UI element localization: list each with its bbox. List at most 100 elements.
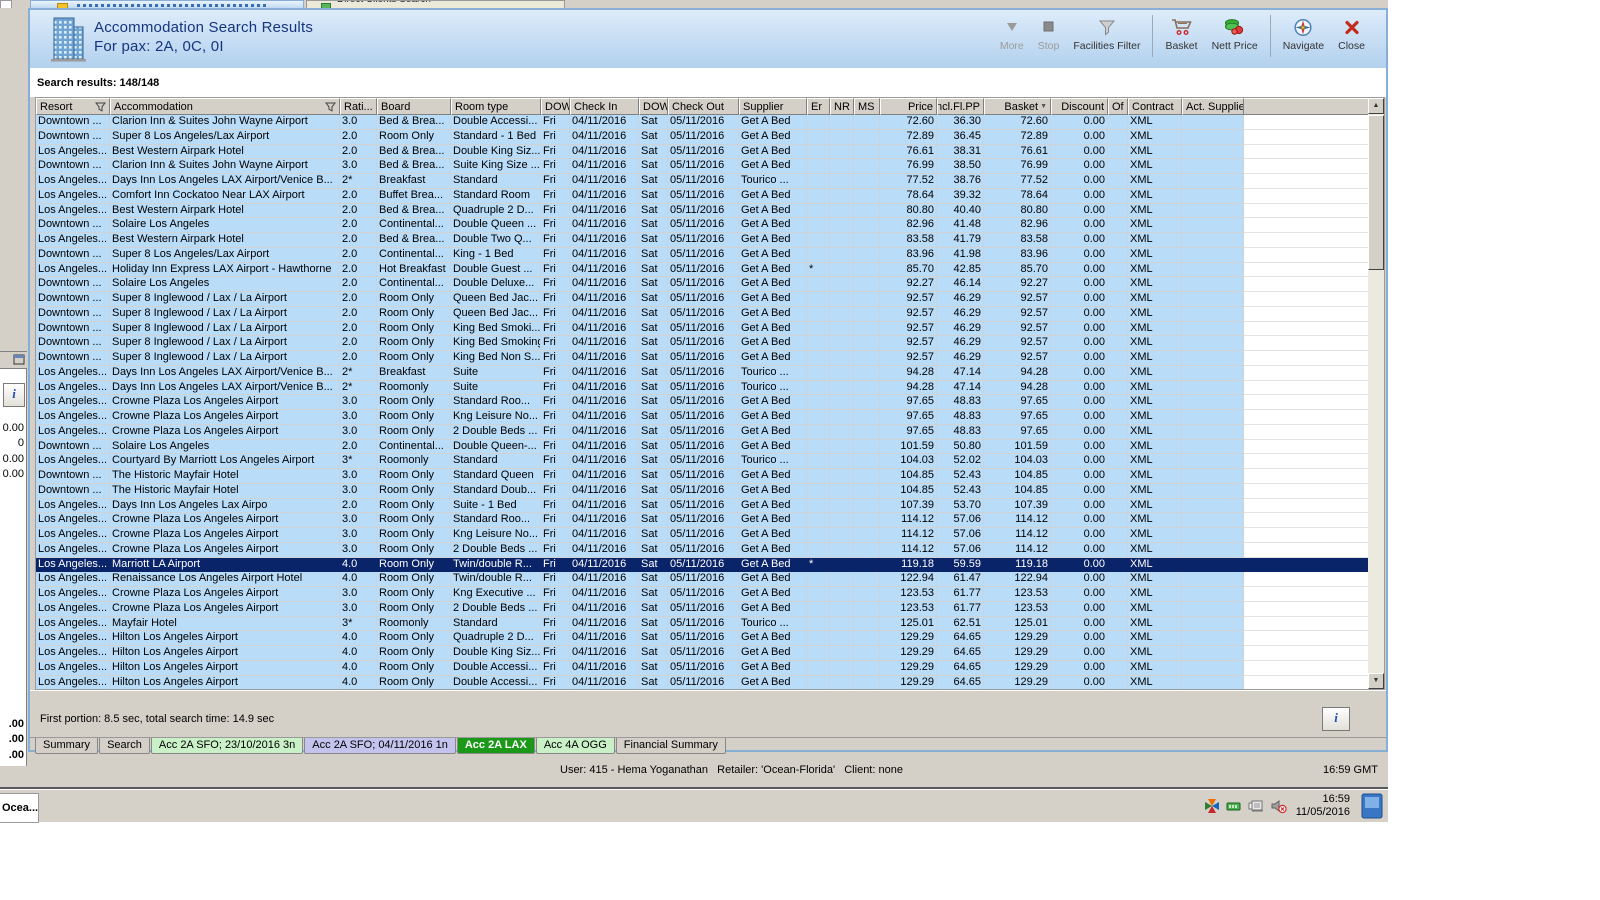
column-header-incl-fl-pp[interactable]: Incl.Fl.PP — [937, 98, 984, 115]
table-cell: 05/11/2016 — [668, 351, 739, 366]
table-row[interactable]: Los Angeles... Best Western Airpark Hotel… — [36, 233, 1368, 248]
table-row[interactable]: Downtown ... Clarion Inn & Suites John Wa… — [36, 159, 1368, 174]
column-header-discount[interactable]: Discount — [1051, 98, 1108, 115]
column-header-of[interactable]: Of — [1108, 98, 1128, 115]
filter-funnel-icon[interactable] — [325, 102, 336, 112]
column-header-check-in[interactable]: Check In — [570, 98, 639, 115]
table-row[interactable]: Downtown ... The Historic Mayfair Hotel 3.… — [36, 469, 1368, 484]
table-row[interactable]: Los Angeles... Days Inn Los Angeles LAX A… — [36, 365, 1368, 381]
table-row[interactable]: Downtown ... Super 8 Los Angeles/Lax Airp… — [36, 129, 1368, 145]
network-adapter-icon[interactable] — [1226, 798, 1242, 814]
navigate-button[interactable]: Navigate — [1276, 13, 1331, 52]
info-button[interactable]: i — [3, 383, 25, 407]
column-header-resort[interactable]: Resort — [36, 98, 110, 115]
top-tab-direct-clients-search[interactable]: Direct Clients Search — [306, 0, 565, 8]
table-row[interactable]: Los Angeles... Best Western Airpark Hotel… — [36, 144, 1368, 160]
table-cell: Tourico ... — [739, 365, 807, 381]
vertical-scrollbar[interactable]: ▲ ▼ — [1368, 98, 1384, 689]
table-row[interactable]: Los Angeles... Best Western Airpark Hotel… — [36, 203, 1368, 219]
table-row[interactable]: Downtown ... Clarion Inn & Suites John Wa… — [36, 115, 1368, 130]
table-row[interactable]: Downtown ... Solaire Los Angeles 2.0 Contin… — [36, 218, 1368, 233]
table-cell: Fri — [541, 351, 570, 366]
antivirus-icon[interactable] — [1204, 798, 1220, 814]
volume-muted-icon[interactable] — [1270, 798, 1287, 814]
table-row[interactable]: Downtown ... Super 8 Inglewood / Lax / La… — [36, 351, 1368, 366]
table-row[interactable]: Los Angeles... Crowne Plaza Los Angeles A… — [36, 587, 1368, 602]
table-cell — [854, 203, 880, 219]
table-row[interactable]: Los Angeles... Crowne Plaza Los Angeles A… — [36, 424, 1368, 440]
info-button[interactable]: i — [1322, 707, 1350, 731]
column-header-er[interactable]: Er — [807, 98, 830, 115]
table-row[interactable]: Downtown ... Solaire Los Angeles 2.0 Contin… — [36, 277, 1368, 292]
scroll-down-button[interactable]: ▼ — [1368, 673, 1384, 689]
table-row[interactable]: Los Angeles... Days Inn Los Angeles LAX A… — [36, 174, 1368, 189]
table-row[interactable]: Downtown ... Super 8 Inglewood / Lax / La… — [36, 306, 1368, 322]
table-row[interactable]: Los Angeles... Marriott LA Airport 4.0 Room… — [36, 557, 1368, 573]
table-row[interactable]: Los Angeles... Crowne Plaza Los Angeles A… — [36, 542, 1368, 558]
column-header-board[interactable]: Board — [377, 98, 451, 115]
restore-window-icon[interactable] — [13, 354, 25, 365]
table-row[interactable]: Los Angeles... Holiday Inn Express LAX Ai… — [36, 262, 1368, 278]
table-row[interactable]: Downtown ... Super 8 Inglewood / Lax / La… — [36, 336, 1368, 351]
table-cell — [854, 513, 880, 528]
table-cell — [830, 469, 854, 484]
table-row[interactable]: Los Angeles... Mayfair Hotel 3* Roomonly Sta… — [36, 616, 1368, 632]
table-row[interactable]: Los Angeles... Crowne Plaza Los Angeles A… — [36, 410, 1368, 425]
table-row[interactable]: Los Angeles... Days Inn Los Angeles Lax A… — [36, 498, 1368, 514]
basket-button[interactable]: Basket — [1158, 13, 1204, 52]
column-header-price[interactable]: Price — [880, 98, 937, 115]
scroll-up-button[interactable]: ▲ — [1368, 98, 1384, 114]
table-row[interactable]: Downtown ... Super 8 Inglewood / Lax / La… — [36, 321, 1368, 337]
row-filler — [1244, 424, 1368, 440]
column-header-supplier[interactable]: Supplier — [739, 98, 807, 115]
table-cell: 3.0 — [340, 424, 377, 440]
table-cell: Suite - 1 Bed — [451, 498, 541, 514]
taskbar-app-button[interactable]: Ocea... — [0, 793, 39, 823]
show-desktop-icon[interactable] — [1361, 793, 1383, 819]
table-row[interactable]: Los Angeles... Days Inn Los Angeles LAX A… — [36, 380, 1368, 396]
table-row[interactable]: Downtown ... Super 8 Los Angeles/Lax Airp… — [36, 247, 1368, 263]
table-row[interactable]: Downtown ... Super 8 Inglewood / Lax / La… — [36, 292, 1368, 307]
table-cell: 83.96 — [880, 247, 937, 263]
column-header-accommodation[interactable]: Accommodation — [110, 98, 340, 115]
table-cell — [807, 483, 830, 499]
table-row[interactable]: Los Angeles... Hilton Los Angeles Airport… — [36, 646, 1368, 661]
column-header-dow[interactable]: DOW — [541, 98, 570, 115]
column-header-basket[interactable]: Basket ▼ — [984, 98, 1051, 115]
table-cell: Downtown ... — [36, 439, 110, 455]
table-row[interactable]: Los Angeles... Crowne Plaza Los Angeles A… — [36, 528, 1368, 543]
table-row[interactable]: Los Angeles... Hilton Los Angeles Airport… — [36, 660, 1368, 676]
column-header-check-out[interactable]: Check Out — [668, 98, 739, 115]
filter-funnel-icon[interactable] — [95, 102, 106, 112]
scrollbar-thumb[interactable] — [1368, 115, 1384, 270]
table-row[interactable]: Los Angeles... Courtyard By Marriott Los … — [36, 454, 1368, 469]
column-header-contract[interactable]: Contract — [1128, 98, 1182, 115]
table-row[interactable]: Los Angeles... Crowne Plaza Los Angeles A… — [36, 395, 1368, 410]
table-row[interactable]: Los Angeles... Crowne Plaza Los Angeles A… — [36, 601, 1368, 617]
table-row[interactable]: Los Angeles... Crowne Plaza Los Angeles A… — [36, 513, 1368, 528]
column-header-nr[interactable]: NR — [830, 98, 854, 115]
table-row[interactable]: Los Angeles... Hilton Los Angeles Airport… — [36, 675, 1368, 689]
close-button[interactable]: Close — [1331, 13, 1372, 52]
table-row[interactable]: Los Angeles... Renaissance Los Angeles Ai… — [36, 572, 1368, 587]
nett-price-button[interactable]: Nett Price — [1205, 13, 1265, 52]
column-header-dow[interactable]: DOW — [639, 98, 668, 115]
facilities-filter-button[interactable]: Facilities Filter — [1066, 13, 1147, 52]
hardware-icon[interactable] — [1248, 798, 1264, 814]
column-header-rati[interactable]: Rati... — [340, 98, 377, 115]
table-row[interactable]: Downtown ... Solaire Los Angeles 2.0 Contin… — [36, 439, 1368, 455]
table-cell: Room Only — [377, 660, 451, 676]
top-tab-search-form[interactable] — [30, 0, 304, 8]
table-cell: XML — [1128, 129, 1182, 145]
column-header-room-type[interactable]: Room type — [451, 98, 541, 115]
table-cell: 83.96 — [984, 247, 1051, 263]
column-header-act-supplier[interactable]: Act. Supplier — [1182, 98, 1244, 115]
table-row[interactable]: Los Angeles... Comfort Inn Cockatoo Near … — [36, 188, 1368, 204]
table-cell: 05/11/2016 — [668, 262, 739, 278]
column-header-ms[interactable]: MS — [854, 98, 880, 115]
table-cell: XML — [1128, 483, 1182, 499]
table-cell — [1108, 351, 1128, 366]
table-cell: Get A Bed — [739, 572, 807, 587]
table-row[interactable]: Downtown ... The Historic Mayfair Hotel 3.… — [36, 483, 1368, 499]
table-row[interactable]: Los Angeles... Hilton Los Angeles Airport… — [36, 631, 1368, 646]
